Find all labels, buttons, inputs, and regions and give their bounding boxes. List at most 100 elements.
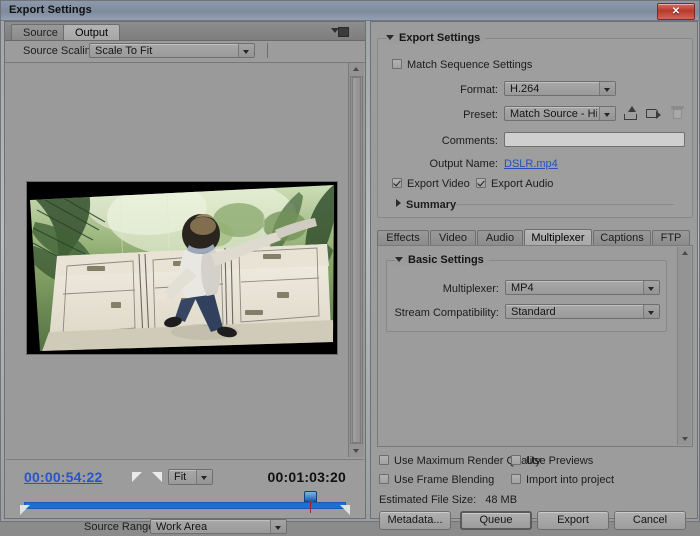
export-audio-checkbox[interactable] bbox=[476, 178, 486, 188]
export-video-row[interactable]: Export Video bbox=[392, 178, 470, 190]
zoom-level-value: Fit bbox=[174, 471, 187, 483]
source-scaling-combo[interactable]: Scale To Fit bbox=[89, 43, 255, 58]
stream-compatibility-value: Standard bbox=[511, 306, 556, 318]
timeline-out-handle[interactable] bbox=[339, 505, 350, 516]
tab-output[interactable]: Output bbox=[63, 24, 121, 40]
chevron-down-icon[interactable] bbox=[395, 257, 403, 262]
comments-input[interactable] bbox=[504, 132, 685, 147]
mark-out-icon[interactable] bbox=[152, 472, 163, 483]
use-frame-blending-row[interactable]: Use Frame Blending bbox=[379, 474, 494, 486]
close-button[interactable]: ✕ bbox=[657, 3, 695, 20]
preview-vertical-scrollbar[interactable] bbox=[348, 63, 364, 457]
export-button[interactable]: Export bbox=[537, 511, 609, 530]
format-label: Format: bbox=[460, 84, 498, 96]
use-previews-checkbox[interactable] bbox=[511, 455, 521, 465]
video-frame bbox=[27, 182, 337, 354]
tab-audio[interactable]: Audio bbox=[477, 230, 523, 246]
comments-label: Comments: bbox=[441, 135, 498, 147]
timeline-work-area-bar[interactable] bbox=[24, 502, 346, 509]
stream-compatibility-label: Stream Compatibility: bbox=[394, 307, 499, 319]
summary-divider bbox=[456, 204, 674, 205]
timeline-playhead[interactable] bbox=[304, 491, 318, 513]
settings-pane: Export Settings Match Sequence Settings … bbox=[370, 21, 698, 530]
estimated-file-size-value: 48 MB bbox=[485, 494, 518, 506]
import-into-project-checkbox[interactable] bbox=[511, 474, 521, 484]
format-tabstrip: Effects Video Audio Multiplexer Captions… bbox=[377, 229, 693, 246]
export-settings-title-label: Export Settings bbox=[399, 32, 481, 44]
scrollbar-thumb[interactable] bbox=[352, 77, 361, 443]
scroll-up-icon[interactable] bbox=[679, 247, 690, 259]
use-previews-label: Use Previews bbox=[526, 455, 594, 467]
preview-pane: Source Output Source Scaling: Scale To F… bbox=[4, 21, 366, 534]
scroll-down-icon[interactable] bbox=[350, 445, 363, 457]
tab-multiplexer[interactable]: Multiplexer bbox=[524, 229, 592, 246]
tab-ftp[interactable]: FTP bbox=[652, 230, 690, 246]
scrollbar-track[interactable] bbox=[350, 76, 363, 444]
use-frame-blending-label: Use Frame Blending bbox=[394, 474, 495, 486]
chevron-down-icon bbox=[599, 82, 615, 95]
chevron-down-icon bbox=[643, 281, 659, 294]
scroll-down-icon[interactable] bbox=[679, 433, 690, 445]
import-into-project-row[interactable]: Import into project bbox=[511, 474, 614, 486]
source-range-value: Work Area bbox=[156, 521, 208, 533]
scroll-up-icon[interactable] bbox=[350, 63, 363, 75]
source-range-combo[interactable]: Work Area bbox=[150, 519, 287, 534]
export-settings-window: Export Settings ✕ Source Output Source S… bbox=[0, 0, 700, 534]
use-frame-blending-checkbox[interactable] bbox=[379, 474, 389, 484]
tab-source[interactable]: Source bbox=[11, 24, 70, 40]
source-scaling-row: Source Scaling: Scale To Fit bbox=[5, 41, 365, 63]
chevron-down-icon bbox=[643, 305, 659, 318]
save-preset-icon[interactable] bbox=[623, 106, 638, 120]
duration-timecode: 00:01:03:20 bbox=[267, 469, 346, 485]
estimated-file-size-row: Estimated File Size: 48 MB bbox=[379, 494, 517, 506]
queue-button[interactable]: Queue bbox=[460, 511, 532, 530]
use-maximum-render-quality-checkbox[interactable] bbox=[379, 455, 389, 465]
close-icon: ✕ bbox=[671, 6, 681, 17]
cancel-button[interactable]: Cancel bbox=[614, 511, 686, 530]
zoom-level-combo[interactable]: Fit bbox=[168, 469, 213, 485]
export-audio-row[interactable]: Export Audio bbox=[476, 178, 553, 190]
export-settings-title[interactable]: Export Settings bbox=[386, 32, 486, 44]
match-sequence-settings-label: Match Sequence Settings bbox=[407, 59, 533, 71]
tab-captions[interactable]: Captions bbox=[593, 230, 651, 246]
delete-preset-icon bbox=[670, 106, 685, 120]
timeline-in-handle[interactable] bbox=[20, 505, 31, 516]
settings-vertical-scrollbar[interactable] bbox=[677, 247, 691, 445]
basic-settings-title[interactable]: Basic Settings bbox=[395, 254, 489, 266]
chevron-down-icon[interactable] bbox=[386, 35, 394, 40]
multiplexer-combo[interactable]: MP4 bbox=[505, 280, 660, 295]
preset-label: Preset: bbox=[463, 109, 498, 121]
tab-video[interactable]: Video bbox=[430, 230, 476, 246]
preset-combo[interactable]: Match Source - Hi... bbox=[504, 106, 616, 121]
format-combo[interactable]: H.264 bbox=[504, 81, 616, 96]
tab-effects[interactable]: Effects bbox=[377, 230, 429, 246]
mark-in-icon[interactable] bbox=[132, 472, 143, 483]
window-title: Export Settings bbox=[9, 4, 92, 16]
export-video-checkbox[interactable] bbox=[392, 178, 402, 188]
basic-settings-title-label: Basic Settings bbox=[408, 254, 484, 266]
video-preview-area[interactable] bbox=[6, 63, 351, 457]
stream-compatibility-combo[interactable]: Standard bbox=[505, 304, 660, 319]
export-audio-label: Export Audio bbox=[491, 178, 554, 190]
preview-tabstrip: Source Output bbox=[5, 22, 365, 41]
basic-settings-group: Basic Settings Multiplexer: MP4 Stream C… bbox=[386, 254, 667, 332]
output-name-link[interactable]: DSLR.mp4 bbox=[504, 158, 558, 170]
chevron-down-icon bbox=[238, 44, 254, 57]
import-preset-icon[interactable] bbox=[646, 106, 661, 120]
summary-toggle[interactable]: Summary bbox=[396, 199, 456, 211]
timeline-bar-wrap[interactable] bbox=[20, 491, 350, 516]
current-timecode[interactable]: 00:00:54:22 bbox=[24, 469, 102, 485]
panel-menu-icon[interactable] bbox=[331, 25, 349, 37]
match-sequence-settings-row[interactable]: Match Sequence Settings bbox=[392, 59, 532, 71]
export-video-label: Export Video bbox=[407, 178, 470, 190]
metadata-button[interactable]: Metadata... bbox=[379, 511, 451, 530]
match-sequence-settings-checkbox[interactable] bbox=[392, 59, 402, 69]
format-value: H.264 bbox=[510, 83, 540, 95]
source-range-row: Source Range: Work Area bbox=[6, 518, 364, 536]
multiplexer-value: MP4 bbox=[511, 282, 534, 294]
chevron-right-icon[interactable] bbox=[396, 199, 401, 207]
use-previews-row[interactable]: Use Previews bbox=[511, 455, 593, 467]
transport-controls: 00:00:54:22 Fit 00:01:03:20 Source Range… bbox=[6, 459, 364, 534]
output-name-label: Output Name: bbox=[429, 158, 498, 170]
chevron-down-icon bbox=[599, 107, 615, 120]
